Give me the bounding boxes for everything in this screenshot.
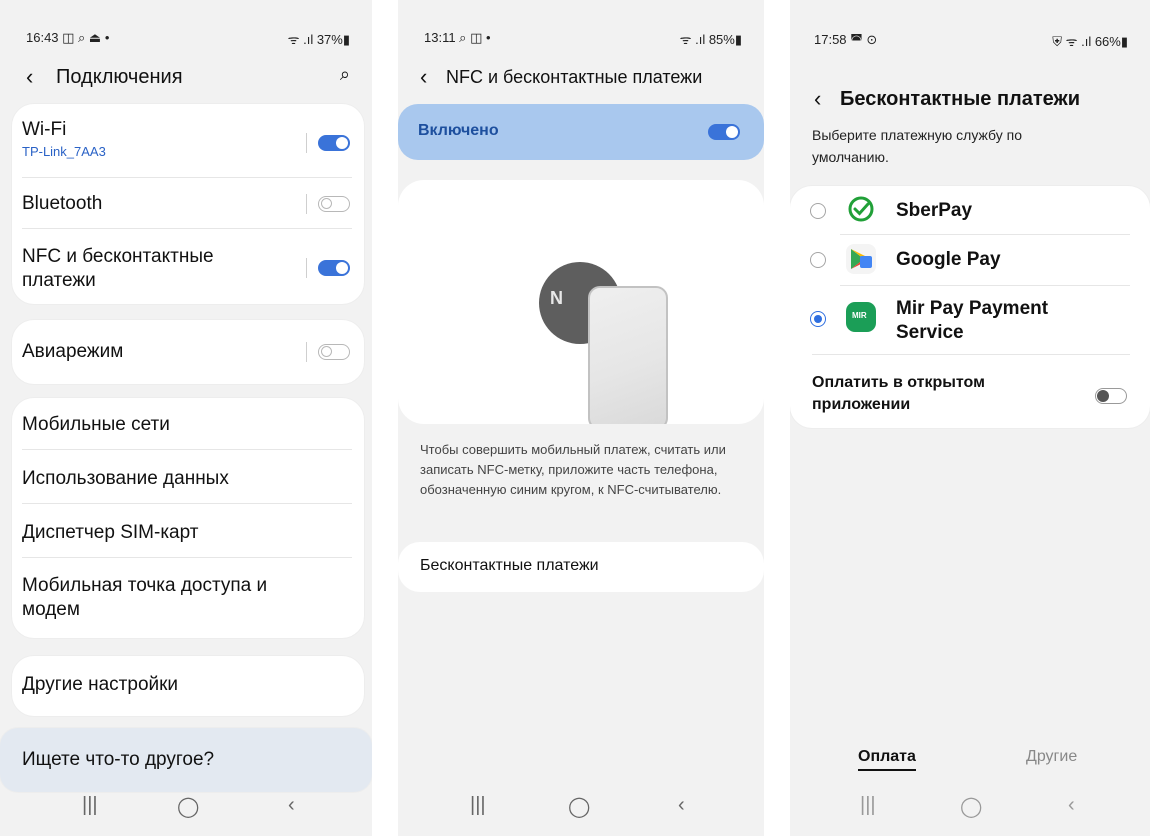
wifi-item[interactable]: Wi-Fi TP-Link_7AA3 bbox=[22, 118, 352, 170]
header: ‹ NFC и бесконтактные платежи bbox=[398, 60, 764, 100]
nfc-screen: 13:11 ⌕ ◫ • ᯤ .ıl 85%▮ ‹ NFC и бесконтак… bbox=[398, 0, 764, 836]
mir-pay-icon: MIR bbox=[846, 302, 876, 332]
status-indicators: ⛨ ᯤ .ıl 66%▮ bbox=[1052, 34, 1128, 49]
status-bar: 17:58 ◚ ⊙ ⛨ ᯤ .ıl 66%▮ bbox=[790, 32, 1150, 52]
nfc-master-switch[interactable]: Включено bbox=[398, 104, 764, 160]
status-time: 13:11 ⌕ ◫ • bbox=[424, 30, 491, 45]
nfc-label: NFC и бесконтактные платежи bbox=[22, 246, 214, 291]
header: ‹ Подключения ⌕ bbox=[0, 60, 372, 100]
back-nav-icon[interactable]: ‹ bbox=[1068, 794, 1075, 817]
page-title: Подключения bbox=[56, 66, 183, 88]
wifi-network-name: TP-Link_7AA3 bbox=[22, 144, 106, 159]
data-usage-label: Использование данных bbox=[22, 468, 229, 489]
subtitle: Выберите платежную службу по умолчанию. bbox=[812, 127, 1022, 165]
data-usage-item[interactable]: Использование данных bbox=[22, 467, 352, 491]
hotspot-label: Мобильная точка доступа и модем bbox=[22, 575, 268, 620]
contactless-payments-item[interactable]: Бесконтактные платежи bbox=[398, 542, 764, 592]
mir-pay-label: Mir Pay Payment Service bbox=[896, 298, 1049, 343]
sberpay-icon bbox=[846, 194, 876, 224]
pay-in-open-app-label: Оплатить в открытом приложении bbox=[812, 374, 985, 413]
pay-in-open-app-item[interactable]: Оплатить в открытом приложении bbox=[812, 372, 1042, 416]
back-nav-icon[interactable]: ‹ bbox=[678, 794, 685, 817]
contactless-payments-label: Бесконтактные платежи bbox=[420, 557, 599, 574]
status-time: 16:43 ◫ ⌕ ⏏ • bbox=[26, 30, 110, 45]
recent-apps-icon[interactable]: ||| bbox=[470, 794, 486, 817]
sim-manager-label: Диспетчер SIM-карт bbox=[22, 522, 199, 543]
airplane-toggle[interactable] bbox=[318, 344, 350, 360]
looking-for-else-item[interactable]: Ищете что-то другое? bbox=[22, 748, 352, 772]
divider bbox=[840, 234, 1130, 235]
recent-apps-icon[interactable]: ||| bbox=[82, 794, 98, 817]
nfc-illustration: N bbox=[398, 180, 764, 424]
wifi-label: Wi-Fi bbox=[22, 119, 67, 140]
status-indicators: ᯤ .ıl 37%▮ bbox=[287, 32, 350, 47]
nfc-info-text: Чтобы совершить мобильный платеж, считат… bbox=[420, 442, 726, 497]
divider bbox=[22, 557, 352, 558]
page-title: Бесконтактные платежи bbox=[840, 88, 1080, 110]
nfc-toggle[interactable] bbox=[318, 260, 350, 276]
google-pay-radio[interactable] bbox=[810, 252, 826, 268]
header: ‹ Бесконтактные платежи bbox=[790, 82, 1150, 122]
status-time: 17:58 ◚ ⊙ bbox=[814, 32, 878, 47]
mir-pay-icon-text: MIR bbox=[852, 311, 867, 320]
nfc-enabled-toggle[interactable] bbox=[708, 124, 740, 140]
airplane-label: Авиарежим bbox=[22, 341, 124, 362]
divider bbox=[22, 177, 352, 178]
phone-icon bbox=[588, 286, 668, 424]
sim-manager-item[interactable]: Диспетчер SIM-карт bbox=[22, 521, 352, 545]
google-pay-label: Google Pay bbox=[896, 249, 1001, 270]
more-settings-item[interactable]: Другие настройки bbox=[22, 673, 352, 697]
divider bbox=[22, 449, 352, 450]
tab-payment[interactable]: Оплата bbox=[858, 748, 916, 771]
nav-bar: ||| ◯ ‹ bbox=[790, 794, 1150, 818]
google-pay-icon bbox=[846, 244, 876, 274]
status-bar: 13:11 ⌕ ◫ • ᯤ .ıl 85%▮ bbox=[398, 30, 764, 50]
back-icon[interactable]: ‹ bbox=[814, 86, 821, 112]
mobile-networks-label: Мобильные сети bbox=[22, 414, 170, 435]
mir-pay-radio[interactable] bbox=[810, 311, 826, 327]
nfc-item[interactable]: NFC и бесконтактные платежи bbox=[22, 245, 262, 293]
looking-for-else-label: Ищете что-то другое? bbox=[22, 749, 215, 770]
home-icon[interactable]: ◯ bbox=[568, 794, 590, 819]
more-settings-label: Другие настройки bbox=[22, 674, 179, 695]
enabled-label: Включено bbox=[418, 122, 499, 139]
tab-other[interactable]: Другие bbox=[1026, 748, 1077, 766]
hotspot-item[interactable]: Мобильная точка доступа и модем bbox=[22, 574, 312, 622]
divider bbox=[22, 503, 352, 504]
status-bar: 16:43 ◫ ⌕ ⏏ • ᯤ .ıl 37%▮ bbox=[0, 30, 372, 50]
nav-bar: ||| ◯ ‹ bbox=[398, 794, 764, 818]
sberpay-radio[interactable] bbox=[810, 203, 826, 219]
divider bbox=[306, 342, 307, 362]
divider bbox=[306, 133, 307, 153]
status-indicators: ᯤ .ıl 85%▮ bbox=[679, 32, 742, 47]
home-icon[interactable]: ◯ bbox=[177, 794, 199, 819]
divider bbox=[306, 194, 307, 214]
airplane-item[interactable]: Авиарежим bbox=[22, 340, 352, 364]
nav-bar: ||| ◯ ‹ bbox=[0, 794, 372, 818]
pay-in-open-app-toggle[interactable] bbox=[1095, 388, 1127, 404]
bluetooth-label: Bluetooth bbox=[22, 193, 103, 214]
nfc-icon: N bbox=[550, 288, 563, 308]
connections-screen: 16:43 ◫ ⌕ ⏏ • ᯤ .ıl 37%▮ ‹ Подключения ⌕… bbox=[0, 0, 372, 836]
home-icon[interactable]: ◯ bbox=[960, 794, 982, 819]
bluetooth-item[interactable]: Bluetooth bbox=[22, 192, 352, 216]
contactless-payments-screen: 17:58 ◚ ⊙ ⛨ ᯤ .ıl 66%▮ ‹ Бесконтактные п… bbox=[790, 0, 1150, 836]
search-icon[interactable]: ⌕ bbox=[340, 64, 350, 85]
divider bbox=[840, 285, 1130, 286]
back-icon[interactable]: ‹ bbox=[420, 64, 427, 90]
back-nav-icon[interactable]: ‹ bbox=[288, 794, 295, 817]
bluetooth-toggle[interactable] bbox=[318, 196, 350, 212]
divider bbox=[306, 258, 307, 278]
divider bbox=[812, 354, 1130, 355]
sberpay-label: SberPay bbox=[896, 200, 973, 221]
mobile-networks-item[interactable]: Мобильные сети bbox=[22, 413, 352, 437]
page-title: NFC и бесконтактные платежи bbox=[446, 67, 703, 87]
tab-bar: Оплата Другие bbox=[790, 748, 1150, 778]
wifi-toggle[interactable] bbox=[318, 135, 350, 151]
divider bbox=[22, 228, 352, 229]
recent-apps-icon[interactable]: ||| bbox=[860, 794, 876, 817]
back-icon[interactable]: ‹ bbox=[26, 64, 33, 90]
